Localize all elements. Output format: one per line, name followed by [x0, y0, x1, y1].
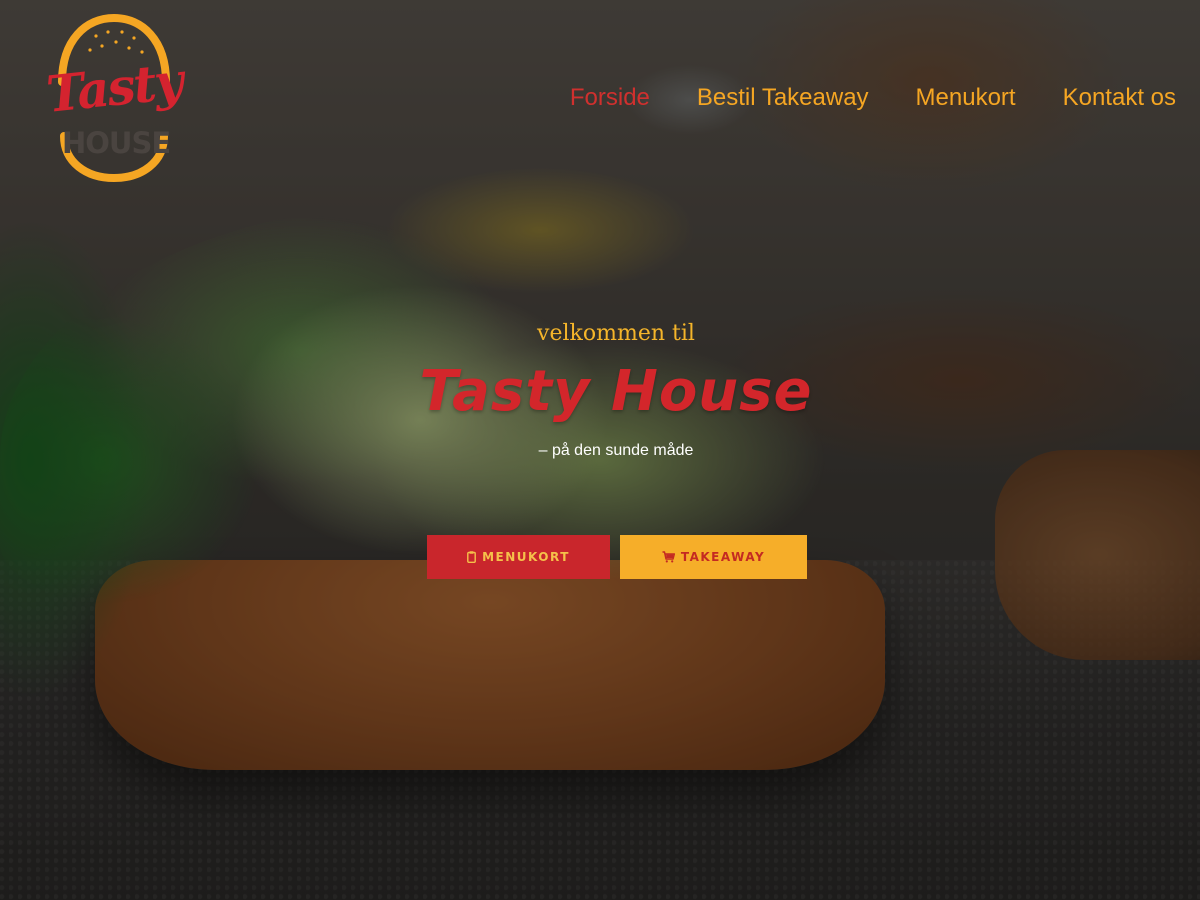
site-logo[interactable]: Tasty HOUSE: [34, 12, 194, 184]
hero-title: Tasty House: [419, 359, 813, 424]
takeaway-button-label: TAKEAWAY: [680, 550, 766, 564]
logo-text-house: HOUSE: [62, 126, 171, 160]
nav-item-forside[interactable]: Forside: [570, 84, 650, 112]
nav-item-kontakt-os[interactable]: Kontakt os: [1063, 84, 1176, 112]
hero-tagline: – på den sunde måde: [538, 442, 694, 459]
menukort-button-label: MENUKORT: [482, 550, 570, 564]
hero-welcome-text: velkommen til: [537, 321, 695, 346]
menukort-button[interactable]: MENUKORT: [427, 535, 610, 579]
hero-buttons: MENUKORT TAKEAWAY: [427, 535, 807, 579]
hero-section: velkommen til Tasty House – på den sunde…: [0, 318, 1200, 460]
takeaway-button[interactable]: TAKEAWAY: [620, 535, 807, 579]
nav-item-menukort[interactable]: Menukort: [916, 84, 1016, 112]
clipboard-icon: [467, 551, 477, 563]
cart-icon: [662, 551, 675, 563]
nav-item-bestil-takeaway[interactable]: Bestil Takeaway: [697, 84, 869, 112]
main-nav: Forside Bestil Takeaway Menukort Kontakt…: [523, 80, 1176, 116]
